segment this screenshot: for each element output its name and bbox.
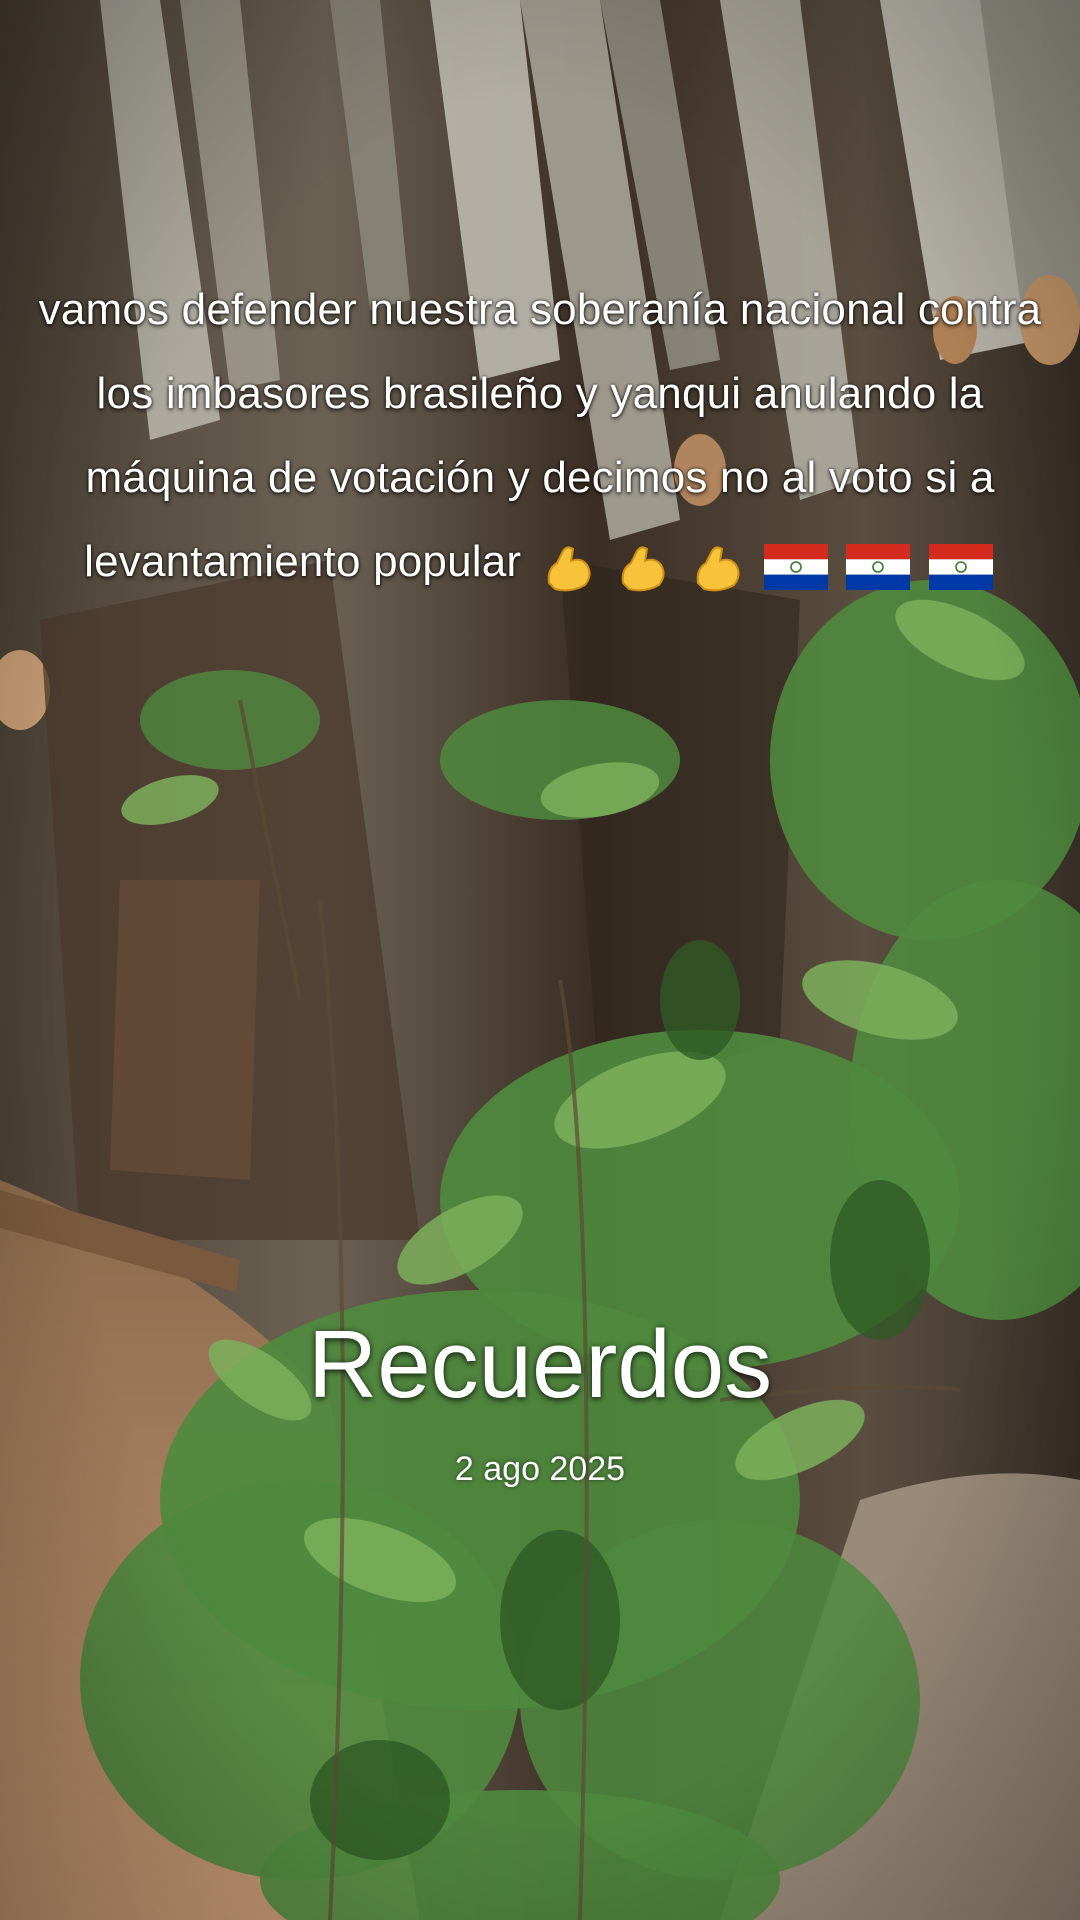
memories-title: Recuerdos (307, 1311, 773, 1418)
video-caption: vamos defender nuestra soberanía naciona… (20, 268, 1060, 606)
paraguay-flag-icon (928, 543, 993, 590)
emoji-row (538, 522, 996, 606)
memories-date: 2 ago 2025 (454, 1450, 626, 1488)
flexed-biceps-icon (547, 546, 591, 592)
flexed-biceps-icon (696, 546, 740, 592)
paraguay-flag-icon (764, 543, 829, 590)
video-frame: vamos defender nuestra soberanía naciona… (0, 0, 1080, 1920)
paraguay-flag-icon (846, 543, 911, 590)
flexed-biceps-icon (621, 546, 665, 592)
